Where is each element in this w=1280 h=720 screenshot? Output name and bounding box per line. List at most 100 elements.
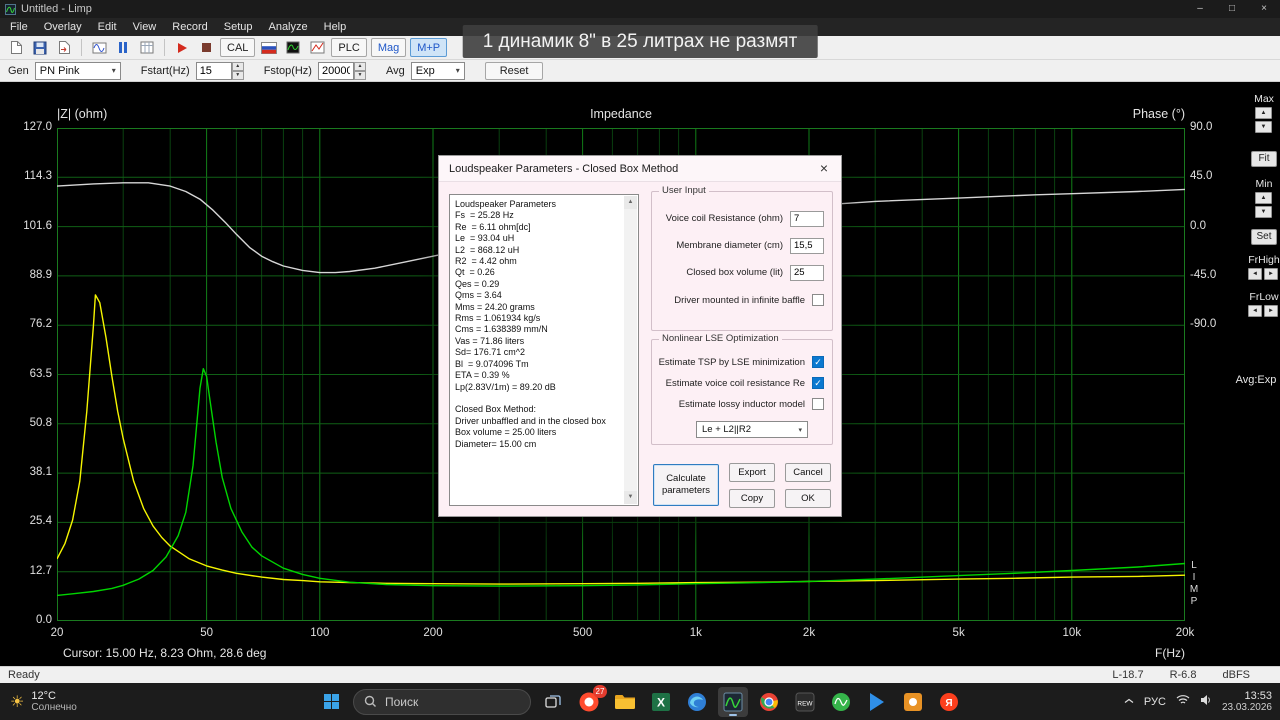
table-icon[interactable] <box>137 38 157 57</box>
clock[interactable]: 13:53 23.03.2026 <box>1222 690 1272 714</box>
inductor-model-select[interactable]: Le + L2||R2 ▾ <box>696 421 808 438</box>
left-axis-title: |Z| (ohm) <box>57 107 108 121</box>
volume-icon[interactable] <box>1200 694 1212 709</box>
app-icon[interactable] <box>5 3 16 15</box>
spin-up-icon[interactable]: ▲ <box>353 61 366 71</box>
y-tick-label: 63.5 <box>29 367 52 380</box>
export-icon[interactable] <box>54 38 74 57</box>
player-icon[interactable] <box>862 687 892 717</box>
language-indicator[interactable]: РУС <box>1144 696 1166 708</box>
generator-type-select[interactable]: PN Pink ▾ <box>34 61 121 80</box>
menu-record[interactable]: Record <box>164 18 215 36</box>
level-meter-unit: dBFS <box>1222 669 1250 681</box>
closed-box-volume-field[interactable] <box>790 264 824 281</box>
reset-button[interactable]: Reset <box>484 61 544 80</box>
scroll-up-icon[interactable]: ▲ <box>624 196 637 209</box>
estimate-re-checkbox-row: Estimate voice coil resistance Re ✓ <box>658 375 824 391</box>
hidden-icons-chevron[interactable] <box>1124 696 1134 708</box>
stop-icon[interactable] <box>196 38 216 57</box>
search-icon <box>364 695 376 707</box>
plc-button[interactable]: PLC <box>331 38 367 57</box>
voice-coil-resistance-field[interactable] <box>790 210 824 227</box>
spin-down-icon[interactable]: ▼ <box>231 70 244 80</box>
max-down-button[interactable]: ▼ <box>1255 121 1272 133</box>
min-up-button[interactable]: ▲ <box>1255 192 1272 204</box>
close-button[interactable]: × <box>1248 0 1280 18</box>
start-button[interactable] <box>316 687 346 717</box>
excel-icon[interactable]: X <box>646 687 676 717</box>
mp-button[interactable]: M+P <box>410 38 448 57</box>
menu-file[interactable]: File <box>2 18 36 36</box>
menu-analyze[interactable]: Analyze <box>260 18 315 36</box>
title-bar: Untitled - Limp – □ × <box>0 0 1280 18</box>
estimate-re-checkbox[interactable]: ✓ <box>812 377 824 389</box>
max-up-button[interactable]: ▲ <box>1255 107 1272 119</box>
ok-button[interactable]: OK <box>785 489 831 508</box>
report-scrollbar[interactable]: ▲ ▼ <box>624 196 637 504</box>
menu-edit[interactable]: Edit <box>90 18 125 36</box>
fr-icon[interactable] <box>307 38 327 57</box>
calculate-parameters-button[interactable]: Calculate parameters <box>653 464 719 506</box>
tools-icon[interactable] <box>898 687 928 717</box>
tray-date: 23.03.2026 <box>1221 701 1272 713</box>
estimate-lossy-inductor-checkbox[interactable] <box>812 398 824 410</box>
spin-down-icon[interactable]: ▼ <box>353 70 366 80</box>
fstart-input[interactable] <box>195 61 232 80</box>
scroll-down-icon[interactable]: ▼ <box>624 491 637 504</box>
membrane-diameter-field[interactable] <box>790 237 824 254</box>
arta-icon[interactable] <box>826 687 856 717</box>
save-icon[interactable] <box>30 38 50 57</box>
dialog-close-icon[interactable]: × <box>813 160 835 178</box>
menu-view[interactable]: View <box>125 18 165 36</box>
explorer-icon[interactable] <box>610 687 640 717</box>
generator-icon[interactable] <box>89 38 109 57</box>
dialog-title-bar[interactable]: Loudspeaker Parameters - Closed Box Meth… <box>439 156 841 182</box>
task-view-icon[interactable] <box>538 687 568 717</box>
weather-temp: 12°C <box>31 690 56 702</box>
chrome-icon[interactable] <box>754 687 784 717</box>
edge-icon[interactable] <box>682 687 712 717</box>
fstart-stepper[interactable]: ▲▼ <box>195 61 244 80</box>
mag-button[interactable]: Mag <box>370 38 407 57</box>
report-line: Cms = 1.638389 mm/N <box>455 324 548 335</box>
x-tick-label: 200 <box>423 627 443 639</box>
cal-button[interactable]: CAL <box>220 38 256 57</box>
record-icon[interactable] <box>172 38 192 57</box>
menu-overlay[interactable]: Overlay <box>36 18 90 36</box>
frhigh-left-button[interactable]: ◄ <box>1248 268 1262 280</box>
wifi-icon[interactable] <box>1176 694 1190 709</box>
frhigh-right-button[interactable]: ► <box>1264 268 1278 280</box>
fit-button[interactable]: Fit <box>1251 151 1277 167</box>
estimate-tsp-checkbox[interactable]: ✓ <box>812 356 824 368</box>
maximize-button[interactable]: □ <box>1216 0 1248 18</box>
fstart-label: Fstart(Hz) <box>140 64 190 77</box>
notification-badge: 27 <box>593 684 607 698</box>
pause-icon[interactable] <box>113 38 133 57</box>
menu-help[interactable]: Help <box>316 18 355 36</box>
fstop-input[interactable] <box>317 61 354 80</box>
rew-icon[interactable]: REW <box>790 687 820 717</box>
scope-icon[interactable] <box>283 38 303 57</box>
fstop-stepper[interactable]: ▲▼ <box>317 61 366 80</box>
minimize-button[interactable]: – <box>1184 0 1216 18</box>
parameters-report[interactable]: ▲ ▼ Loudspeaker Parameters Fs = 25.28 Hz R… <box>449 194 639 506</box>
frlow-left-button[interactable]: ◄ <box>1248 305 1262 317</box>
cancel-button[interactable]: Cancel <box>785 463 831 482</box>
browser-icon[interactable]: 27 <box>574 684 607 717</box>
taskbar: ☀ 12°C Солнечно Поиск 27 X REW Я РУС 13:53 … <box>0 683 1280 720</box>
copy-button[interactable]: Copy <box>729 489 775 508</box>
avg-select[interactable]: Exp ▾ <box>410 61 465 80</box>
export-button[interactable]: Export <box>729 463 775 482</box>
min-down-button[interactable]: ▼ <box>1255 206 1272 218</box>
spin-up-icon[interactable]: ▲ <box>231 61 244 71</box>
menu-setup[interactable]: Setup <box>216 18 261 36</box>
search-input[interactable]: Поиск <box>353 688 531 715</box>
infinite-baffle-checkbox[interactable] <box>812 294 824 306</box>
new-file-icon[interactable] <box>6 38 26 57</box>
set-button[interactable]: Set <box>1251 229 1277 245</box>
yandex-music-icon[interactable]: Я <box>934 687 964 717</box>
ru-flag-icon[interactable] <box>259 38 279 57</box>
limp-taskbar-icon[interactable] <box>718 686 748 717</box>
frlow-right-button[interactable]: ► <box>1264 305 1278 317</box>
weather-widget[interactable]: ☀ 12°C Солнечно <box>10 690 77 713</box>
